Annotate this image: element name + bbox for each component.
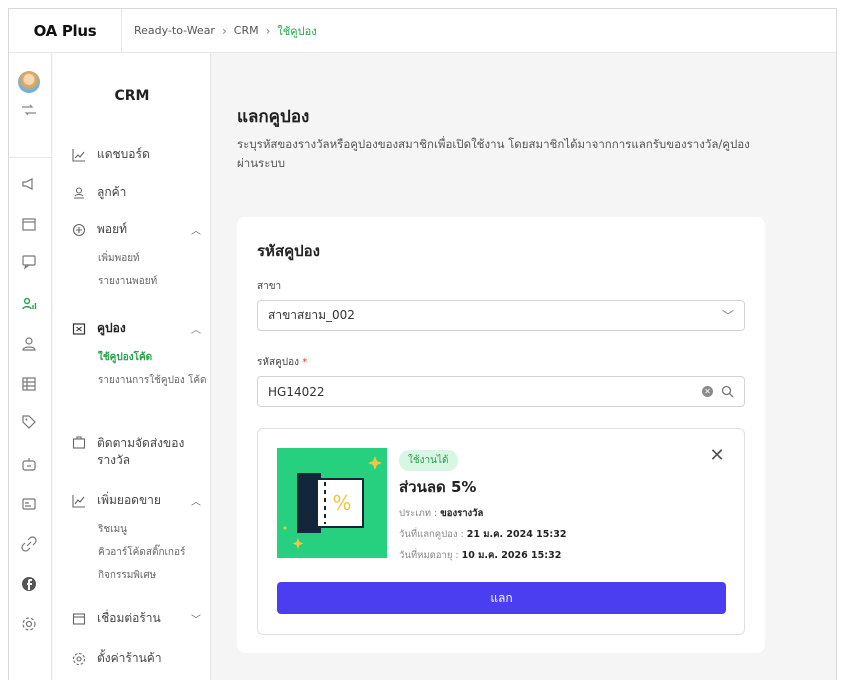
app-logo[interactable]: OA Plus <box>9 9 122 53</box>
store-icon <box>71 611 87 627</box>
store-icon[interactable] <box>20 215 38 233</box>
table-icon[interactable] <box>20 375 38 393</box>
menu-item-label: คูปอง <box>97 321 126 335</box>
card-icon[interactable] <box>20 495 38 513</box>
crm-icon[interactable] <box>20 295 38 313</box>
breadcrumb-item[interactable]: CRM <box>234 24 259 37</box>
avatar[interactable] <box>18 71 40 93</box>
top-bar: OA Plus Ready-to-Wear › CRM › ใช้คูปอง <box>9 9 836 53</box>
page-description: ระบุรหัสของรางวัลหรือคูปองของสมาชิกเพื่อ… <box>237 137 750 170</box>
chat-icon[interactable] <box>20 253 38 271</box>
chevron-down-icon: ﹀ <box>721 309 734 323</box>
tag-icon[interactable] <box>20 413 38 431</box>
chevron-right-icon: › <box>265 23 271 38</box>
menu-item-label: พอยท์ <box>97 222 128 236</box>
chart-icon <box>71 147 87 163</box>
robot-icon[interactable] <box>20 455 38 473</box>
page-title: แลกคูปอง <box>237 107 310 127</box>
main-content: แลกคูปอง ระบุรหัสของรางวัลหรือคูปองของสม… <box>212 53 836 680</box>
coupon-type-value: ของรางวัล <box>440 508 484 519</box>
redeem-button[interactable]: แลก <box>277 582 726 614</box>
required-mark: * <box>302 357 308 368</box>
menu-item-boost-sales[interactable]: เพิ่มยอดขาย ︿ <box>71 491 201 510</box>
growth-icon <box>71 493 87 509</box>
coupon-expiry-label: วันที่หมดอายุ : <box>399 550 462 561</box>
menu-item-label: ติดตามจัดส่งของ รางวัล <box>97 436 185 467</box>
coupon-expiry-value: 10 ม.ค. 2026 15:32 <box>461 550 562 561</box>
submenu-qr-sticker[interactable]: คิวอาร์โค้ดสติ๊กเกอร์ <box>98 546 208 560</box>
coupon-code-label-text: รหัสคูปอง <box>257 357 299 368</box>
submenu-rich-menu[interactable]: ริชเมนู <box>98 523 208 537</box>
submenu-use-coupon[interactable]: ใช้คูปองโค้ด <box>98 351 208 365</box>
chevron-down-icon: ﹀ <box>191 615 201 626</box>
coupon-type: ประเภท : ของรางวัล <box>399 506 483 521</box>
coupon-expiry-date: วันที่หมดอายุ : 10 ม.ค. 2026 15:32 <box>399 548 561 563</box>
icon-rail <box>9 53 52 680</box>
search-icon[interactable] <box>721 385 734 398</box>
chevron-right-icon: › <box>221 23 227 38</box>
menu-item-connect-store[interactable]: เชื่อมต่อร้าน ﹀ <box>71 609 201 628</box>
svg-text:%: % <box>332 491 351 515</box>
crm-menu: CRM แดชบอร์ด ลูกค้า พอยท์ ︿ เพิ่มพอยท์ ร… <box>53 53 211 680</box>
coupon-result: % ใช้งานได้ ✕ ส่วนลด 5% ประเภท : ของรางว… <box>257 428 745 635</box>
submenu-add-points[interactable]: เพิ่มพอยท์ <box>98 252 208 266</box>
breadcrumb-current: ใช้คูปอง <box>277 24 317 38</box>
user-icon <box>71 185 87 201</box>
menu-item-label: เพิ่มยอดขาย <box>97 493 161 507</box>
coupon-code-value: HG14022 <box>268 384 325 399</box>
branch-label: สาขา <box>257 281 282 292</box>
settings-icon[interactable] <box>20 615 38 633</box>
status-badge: ใช้งานได้ <box>399 450 458 471</box>
menu-item-label: ตั้งค่าร้านค้า <box>97 651 162 665</box>
menu-item-reward-tracking[interactable]: ติดตามจัดส่งของ รางวัล <box>71 435 201 469</box>
coupon-redeemed-value: 21 ม.ค. 2024 15:32 <box>466 529 567 540</box>
branch-select[interactable]: สาขาสยาม_002 ﹀ <box>257 300 745 331</box>
megaphone-icon[interactable] <box>20 175 38 193</box>
menu-item-points[interactable]: พอยท์ ︿ <box>71 220 201 239</box>
chevron-up-icon: ︿ <box>191 497 201 508</box>
coupon-redeemed-label: วันที่แลกคูปอง : <box>399 529 467 540</box>
branch-select-value: สาขาสยาม_002 <box>268 308 355 322</box>
chevron-up-icon: ︿ <box>191 325 201 336</box>
facebook-icon[interactable] <box>20 575 38 593</box>
menu-item-label: ลูกค้า <box>97 185 127 199</box>
chevron-up-icon: ︿ <box>191 226 201 237</box>
coupon-title: ส่วนลด 5% <box>399 478 477 496</box>
menu-item-customers[interactable]: ลูกค้า <box>71 183 201 202</box>
switch-icon[interactable] <box>20 104 38 116</box>
settings-icon <box>71 651 87 667</box>
coupon-form-card: รหัสคูปอง สาขา สาขาสยาม_002 ﹀ รหัสคูปอง … <box>237 217 765 653</box>
coupon-redeemed-date: วันที่แลกคูปอง : 21 ม.ค. 2024 15:32 <box>399 527 566 542</box>
menu-item-coupons[interactable]: คูปอง ︿ <box>71 319 201 338</box>
menu-item-store-settings[interactable]: ตั้งค่าร้านค้า <box>71 649 201 668</box>
close-icon[interactable]: ✕ <box>708 447 726 465</box>
coupon-image: % <box>277 448 387 558</box>
submenu-points-report[interactable]: รายงานพอยท์ <box>98 275 208 289</box>
coupon-ticket-icon: % <box>283 456 382 549</box>
submenu-special-events[interactable]: กิจกรรมพิเศษ <box>98 569 208 583</box>
coupon-code-input[interactable]: HG14022 ✕ <box>257 376 745 407</box>
points-icon <box>71 222 87 238</box>
clear-icon[interactable]: ✕ <box>702 386 713 397</box>
coupon-type-label: ประเภท : <box>399 508 441 519</box>
app-window: OA Plus Ready-to-Wear › CRM › ใช้คูปอง C… <box>8 8 837 680</box>
breadcrumb-item[interactable]: Ready-to-Wear <box>134 24 215 37</box>
menu-item-label: แดชบอร์ด <box>97 147 150 161</box>
menu-item-label: เชื่อมต่อร้าน <box>97 611 161 625</box>
link-icon[interactable] <box>20 535 38 553</box>
breadcrumb: Ready-to-Wear › CRM › ใช้คูปอง <box>122 22 317 40</box>
menu-title: CRM <box>114 88 150 104</box>
user-icon[interactable] <box>20 335 38 353</box>
card-title: รหัสคูปอง <box>257 242 320 260</box>
coupon-icon <box>71 321 87 337</box>
box-icon <box>71 435 87 451</box>
coupon-code-label: รหัสคูปอง * <box>257 355 307 370</box>
submenu-coupon-report[interactable]: รายงานการใช้คูปอง โค้ด <box>98 374 208 388</box>
menu-item-dashboard[interactable]: แดชบอร์ด <box>71 145 201 164</box>
